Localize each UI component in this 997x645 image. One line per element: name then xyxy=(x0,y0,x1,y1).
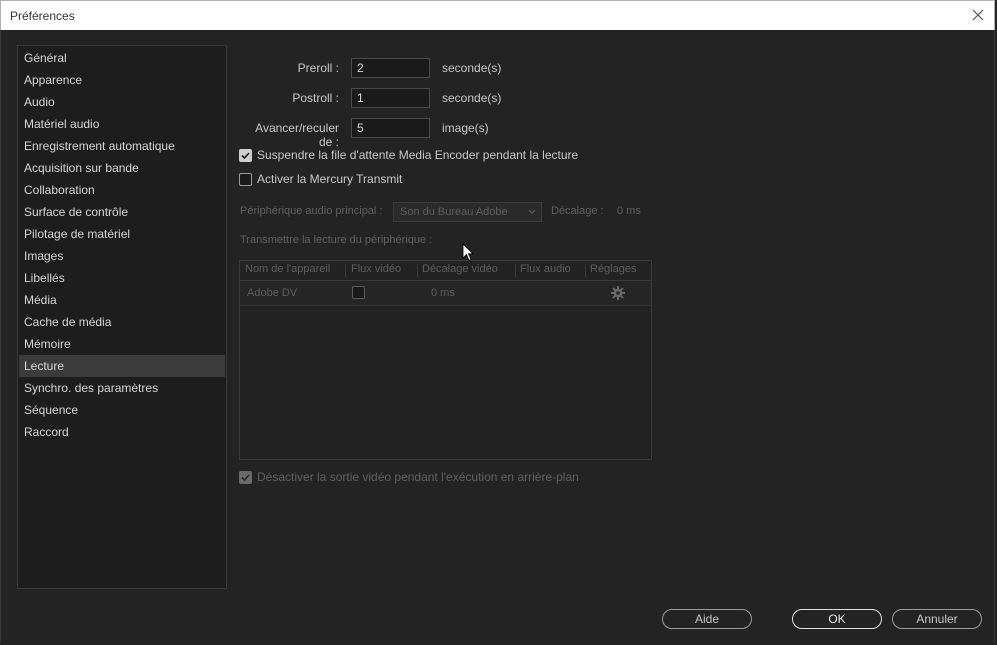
sidebar-item-collaboration[interactable]: Collaboration xyxy=(19,179,225,201)
sidebar-item-appearance[interactable]: Apparence xyxy=(19,69,225,91)
sidebar-item-device-control[interactable]: Pilotage de matériel xyxy=(19,223,225,245)
postroll-unit: seconde(s) xyxy=(442,91,502,105)
step-label: Avancer/reculer de : xyxy=(255,121,339,149)
column-header-audio-stream[interactable]: Flux audio xyxy=(520,263,571,275)
audio-device-label: Périphérique audio principal : xyxy=(240,205,383,217)
postroll-input[interactable] xyxy=(351,88,430,108)
cancel-button[interactable]: Annuler xyxy=(892,609,982,629)
postroll-label: Postroll : xyxy=(292,91,339,105)
close-icon[interactable] xyxy=(970,7,986,23)
sidebar-item-images[interactable]: Images xyxy=(19,245,225,267)
preroll-unit: seconde(s) xyxy=(442,61,502,75)
sidebar-item-trim[interactable]: Raccord xyxy=(19,421,225,443)
offset-value: 0 ms xyxy=(617,205,641,217)
column-header-video-offset[interactable]: Décalage vidéo xyxy=(422,263,498,275)
disable-output-label: Désactiver la sortie vidéo pendant l'exé… xyxy=(257,470,579,484)
sidebar-item-memory[interactable]: Mémoire xyxy=(19,333,225,355)
chevron-down-icon xyxy=(528,209,536,214)
suspend-queue-checkbox[interactable] xyxy=(239,149,252,162)
sidebar-item-general[interactable]: Général xyxy=(19,47,225,69)
sidebar-item-capture[interactable]: Acquisition sur bande xyxy=(19,157,225,179)
title-bar: Préférences xyxy=(0,0,995,30)
step-unit: image(s) xyxy=(442,121,489,135)
table-row[interactable]: Adobe DV 0 ms xyxy=(240,281,651,306)
video-offset-value: 0 ms xyxy=(431,287,455,299)
suspend-queue-label: Suspendre la file d'attente Media Encode… xyxy=(257,148,579,162)
sidebar-item-sync-settings[interactable]: Synchro. des paramètres xyxy=(19,377,225,399)
check-icon xyxy=(241,474,250,482)
sidebar-item-media[interactable]: Média xyxy=(19,289,225,311)
mercury-transmit-checkbox[interactable] xyxy=(239,173,252,186)
sidebar-item-playback[interactable]: Lecture xyxy=(19,355,225,377)
preroll-input[interactable] xyxy=(351,58,430,78)
ok-button[interactable]: OK xyxy=(792,609,882,629)
offset-label: Décalage : xyxy=(551,205,604,217)
sidebar-item-audio-hardware[interactable]: Matériel audio xyxy=(19,113,225,135)
video-stream-checkbox[interactable] xyxy=(352,286,365,299)
preroll-label: Preroll : xyxy=(297,61,339,75)
table-header: Nom de l'appareil Flux vidéo Décalage vi… xyxy=(240,261,651,281)
window-title: Préférences xyxy=(10,9,75,23)
gear-icon[interactable] xyxy=(610,285,626,301)
sidebar-item-auto-save[interactable]: Enregistrement automatique xyxy=(19,135,225,157)
check-icon xyxy=(241,152,250,160)
audio-device-value: Son du Bureau Adobe xyxy=(400,206,508,218)
mouse-cursor-icon xyxy=(462,243,474,262)
column-header-device-name[interactable]: Nom de l'appareil xyxy=(245,263,330,275)
preferences-sidebar: Général Apparence Audio Matériel audio E… xyxy=(17,45,227,589)
sidebar-item-media-cache[interactable]: Cache de média xyxy=(19,311,225,333)
audio-device-dropdown[interactable]: Son du Bureau Adobe xyxy=(393,202,542,222)
transmit-device-table: Nom de l'appareil Flux vidéo Décalage vi… xyxy=(239,260,652,460)
help-button[interactable]: Aide xyxy=(662,609,752,629)
disable-output-checkbox[interactable] xyxy=(239,471,252,484)
mercury-transmit-label: Activer la Mercury Transmit xyxy=(257,172,403,186)
sidebar-item-sequence[interactable]: Séquence xyxy=(19,399,225,421)
column-header-video-stream[interactable]: Flux vidéo xyxy=(351,263,401,275)
column-header-settings[interactable]: Réglages xyxy=(590,263,636,275)
sidebar-item-labels[interactable]: Libellés xyxy=(19,267,225,289)
transmit-label: Transmettre la lecture du périphérique : xyxy=(240,234,433,246)
preferences-dialog: Général Apparence Audio Matériel audio E… xyxy=(0,30,995,643)
device-name: Adobe DV xyxy=(247,287,298,299)
sidebar-item-control-surface[interactable]: Surface de contrôle xyxy=(19,201,225,223)
sidebar-item-audio[interactable]: Audio xyxy=(19,91,225,113)
step-input[interactable] xyxy=(351,118,430,138)
